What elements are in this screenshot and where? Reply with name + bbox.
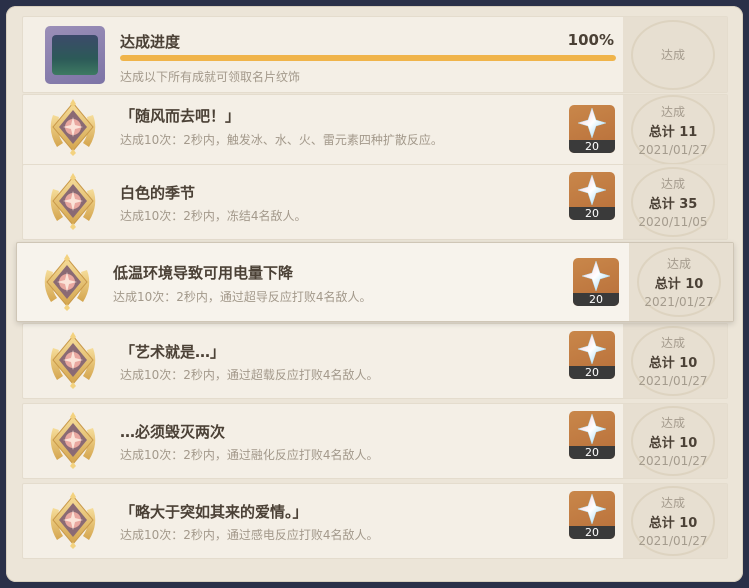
stamp-date: 2021/01/27 — [638, 534, 708, 548]
reward-primogem[interactable]: 20 — [569, 105, 615, 153]
primogem-icon — [578, 108, 606, 138]
achievement-title: 白色的季节 — [120, 184, 196, 202]
progress-bar-fill — [120, 55, 616, 61]
primogem-icon — [578, 414, 606, 444]
reward-quantity: 20 — [569, 140, 615, 153]
stamp-total: 总计 10 — [648, 356, 698, 371]
achievement-title: 「随风而去吧！」 — [120, 107, 241, 125]
achievement-row[interactable]: …必须毁灭两次 达成10次：2秒内，通过融化反应打败4名敌人。 20 达成 总计… — [22, 403, 728, 479]
primogem-icon — [582, 261, 610, 291]
stamp-total: 总计 10 — [648, 436, 698, 451]
achievement-row[interactable]: 低温环境导致可用电量下降 达成10次：2秒内，通过超导反应打败4名敌人。 20 … — [16, 242, 734, 322]
achievement-description: 达成10次：2秒内，通过感电反应打败4名敌人。 — [120, 528, 379, 542]
stamp-status: 达成 — [660, 105, 685, 119]
stamp-total: 总计 10 — [654, 277, 704, 292]
primogem-icon — [578, 175, 606, 205]
primogem-icon — [578, 334, 606, 364]
achievement-panel: 达成进度 100% 达成以下所有成就可领取名片纹饰 达成 「随风而去吧！」 达成… — [6, 6, 743, 582]
stamp-status: 达成 — [660, 416, 685, 430]
stamp-status: 达成 — [660, 336, 685, 350]
reward-primogem[interactable]: 20 — [569, 491, 615, 539]
stamp-area: 达成 总计 11 2021/01/27 — [623, 95, 727, 165]
reward-quantity: 20 — [569, 526, 615, 539]
achievement-badge-icon — [39, 252, 95, 312]
reward-quantity: 20 — [569, 207, 615, 220]
achievement-title: 低温环境导致可用电量下降 — [113, 264, 294, 282]
achievement-badge-icon — [45, 330, 101, 390]
stamp-date: 2021/01/27 — [638, 454, 708, 468]
achievement-badge-icon — [45, 410, 101, 470]
completed-stamp: 达成 总计 10 2021/01/27 — [631, 326, 715, 396]
stamp-area: 达成 总计 10 2021/01/27 — [629, 243, 733, 321]
stamp-status: 达成 — [660, 177, 685, 191]
completed-stamp: 达成 总计 35 2020/11/05 — [631, 167, 715, 237]
achievement-title: …必须毁灭两次 — [120, 423, 226, 441]
achievement-badge-icon — [45, 490, 101, 550]
achievement-row[interactable]: 「艺术就是…」 达成10次：2秒内，通过超载反应打败4名敌人。 20 达成 总计… — [22, 323, 728, 399]
stamp-status: 达成 — [660, 48, 685, 62]
stamp-date: 2021/01/27 — [638, 143, 708, 157]
achievement-description: 达成10次：2秒内，通过超导反应打败4名敌人。 — [113, 290, 372, 304]
completed-stamp: 达成 — [631, 19, 715, 90]
achievement-description: 达成10次：2秒内，通过超载反应打败4名敌人。 — [120, 368, 379, 382]
stamp-total: 总计 35 — [648, 197, 698, 212]
reward-primogem[interactable]: 20 — [569, 331, 615, 379]
achievement-title: 「略大于突如其来的爱情。」 — [120, 503, 308, 521]
reward-primogem[interactable]: 20 — [569, 172, 615, 220]
stamp-area: 达成 总计 10 2021/01/27 — [623, 484, 727, 558]
primogem-icon — [578, 494, 606, 524]
progress-stamp-area: 达成 — [623, 17, 727, 92]
achievement-row[interactable]: 「随风而去吧！」 达成10次：2秒内，触发冰、水、火、雷元素四种扩散反应。 20… — [22, 94, 728, 166]
progress-description: 达成以下所有成就可领取名片纹饰 — [120, 70, 301, 84]
stamp-date: 2021/01/27 — [638, 374, 708, 388]
completed-stamp: 达成 总计 10 2021/01/27 — [631, 406, 715, 476]
reward-quantity: 20 — [569, 446, 615, 459]
achievement-description: 达成10次：2秒内，冻结4名敌人。 — [120, 209, 307, 223]
reward-primogem[interactable]: 20 — [573, 258, 619, 306]
progress-bar — [120, 55, 616, 61]
achievement-badge-icon — [45, 171, 101, 231]
stamp-total: 总计 11 — [648, 125, 698, 140]
achievement-description: 达成10次：2秒内，通过融化反应打败4名敌人。 — [120, 448, 379, 462]
achievement-description: 达成10次：2秒内，触发冰、水、火、雷元素四种扩散反应。 — [120, 133, 443, 147]
namecard-reward-image[interactable] — [45, 26, 105, 84]
stamp-area: 达成 总计 35 2020/11/05 — [623, 165, 727, 239]
completed-stamp: 达成 总计 10 2021/01/27 — [631, 486, 715, 556]
progress-percent: 100% — [567, 31, 614, 49]
progress-card: 达成进度 100% 达成以下所有成就可领取名片纹饰 达成 — [22, 16, 728, 93]
achievement-title: 「艺术就是…」 — [120, 343, 226, 361]
stamp-date: 2021/01/27 — [644, 295, 714, 309]
completed-stamp: 达成 总计 11 2021/01/27 — [631, 95, 715, 165]
progress-title: 达成进度 — [120, 33, 181, 51]
reward-quantity: 20 — [569, 366, 615, 379]
stamp-total: 总计 10 — [648, 516, 698, 531]
stamp-status: 达成 — [666, 257, 691, 271]
achievement-row[interactable]: 白色的季节 达成10次：2秒内，冻结4名敌人。 20 达成 总计 35 2020… — [22, 164, 728, 240]
achievement-row[interactable]: 「略大于突如其来的爱情。」 达成10次：2秒内，通过感电反应打败4名敌人。 20… — [22, 483, 728, 559]
reward-quantity: 20 — [573, 293, 619, 306]
stamp-area: 达成 总计 10 2021/01/27 — [623, 324, 727, 398]
stamp-area: 达成 总计 10 2021/01/27 — [623, 404, 727, 478]
stamp-date: 2020/11/05 — [638, 215, 708, 229]
completed-stamp: 达成 总计 10 2021/01/27 — [637, 247, 721, 317]
achievement-badge-icon — [45, 97, 101, 157]
stamp-status: 达成 — [660, 496, 685, 510]
reward-primogem[interactable]: 20 — [569, 411, 615, 459]
